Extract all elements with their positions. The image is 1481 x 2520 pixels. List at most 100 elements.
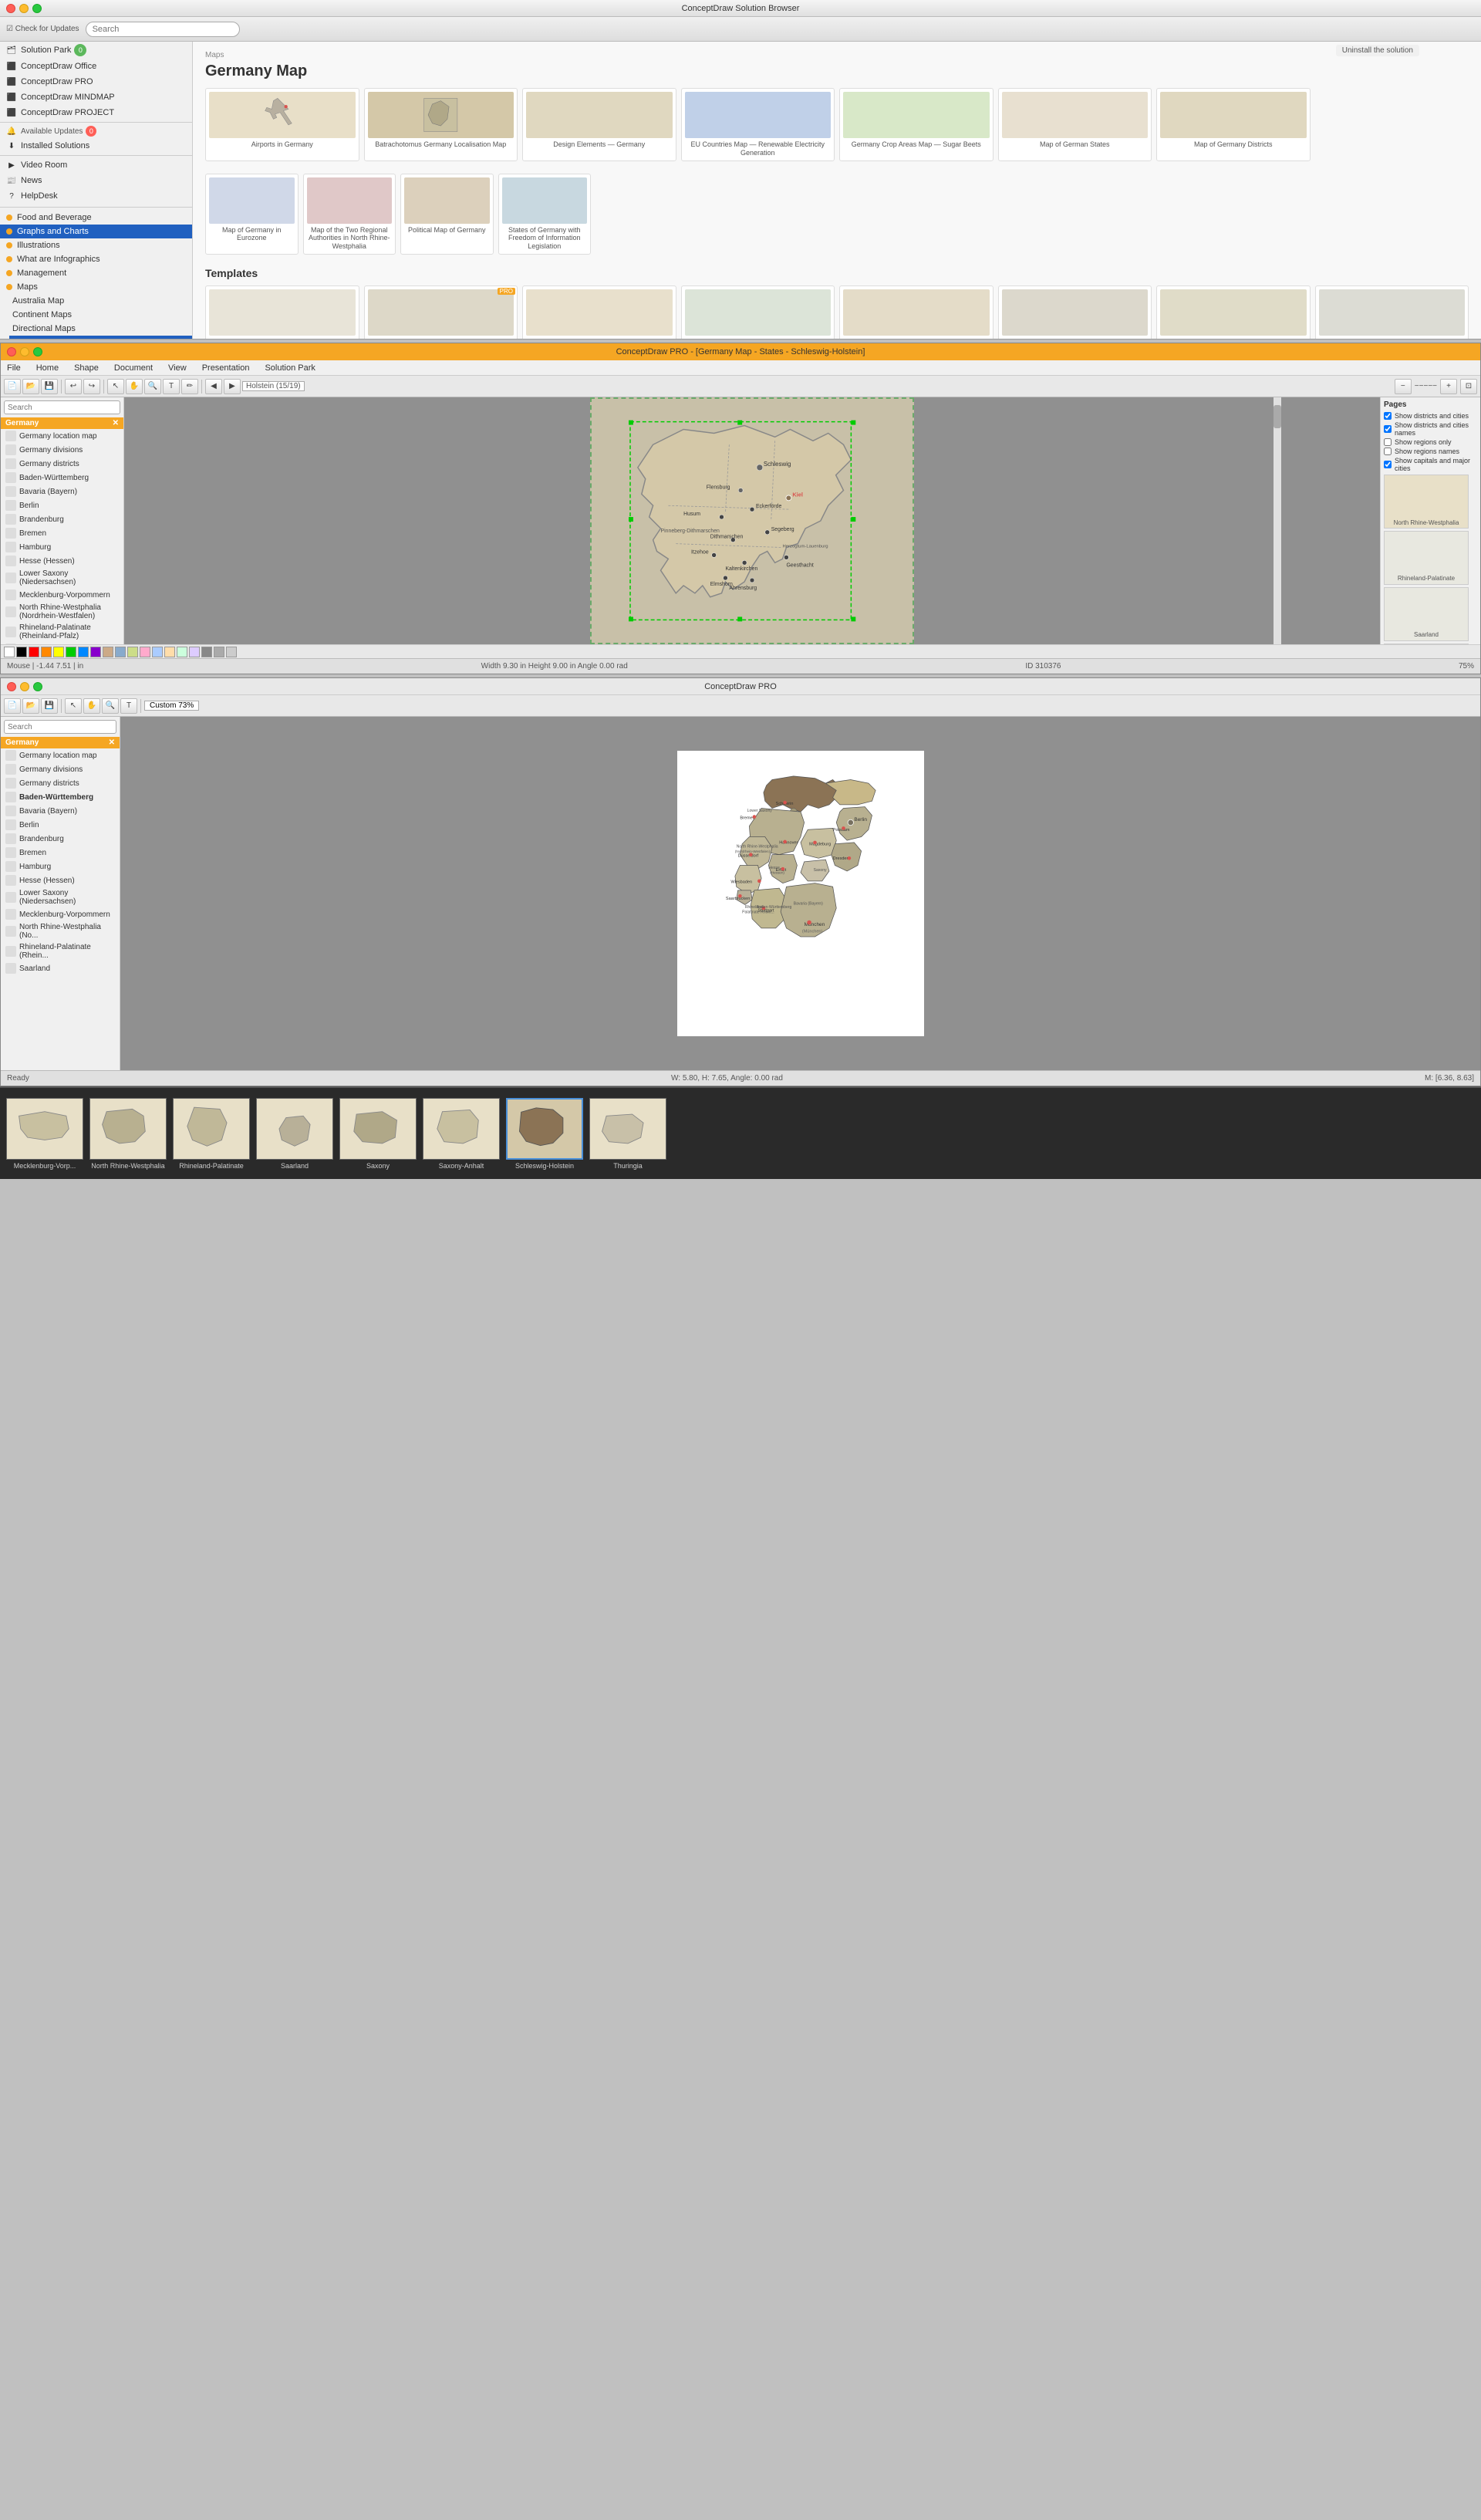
swatch-white[interactable] bbox=[4, 647, 15, 657]
page-prev[interactable]: ◀ bbox=[205, 379, 222, 394]
cb-districts[interactable] bbox=[1384, 412, 1392, 420]
thumb-saarland[interactable]: Saarland bbox=[256, 1098, 333, 1170]
swatch-red[interactable] bbox=[29, 647, 39, 657]
sidebar-item-maps-group[interactable]: Maps bbox=[0, 280, 192, 294]
swatch-llgray[interactable] bbox=[226, 647, 237, 657]
btool-new[interactable]: 📄 bbox=[4, 698, 21, 714]
tool-undo[interactable]: ↩ bbox=[65, 379, 82, 394]
tool-open[interactable]: 📂 bbox=[22, 379, 39, 394]
pro-list-bw[interactable]: Baden-Württemberg bbox=[1, 471, 123, 485]
menu-home[interactable]: Home bbox=[33, 362, 62, 374]
sidebar-item-management[interactable]: Management bbox=[0, 266, 192, 280]
sidebar-item-illustrations[interactable]: Illustrations bbox=[0, 238, 192, 252]
checkbox-show-districts-names[interactable]: Show districts and cities names bbox=[1384, 421, 1477, 437]
cb-districts-names[interactable] bbox=[1384, 425, 1392, 433]
checkbox-show-districts[interactable]: Show districts and cities bbox=[1384, 412, 1477, 420]
sidebar-item-germany[interactable]: Germany Map bbox=[9, 336, 192, 339]
pro-list-bremen[interactable]: Bremen bbox=[1, 526, 123, 540]
zoom-in[interactable]: + bbox=[1440, 379, 1457, 394]
bottom-close-panel-icon[interactable]: ✕ bbox=[109, 738, 115, 747]
bottom-max-btn[interactable] bbox=[33, 682, 42, 691]
pro-list-brandenburg[interactable]: Brandenburg bbox=[1, 512, 123, 526]
page-selector[interactable]: Holstein (15/19) bbox=[242, 381, 305, 391]
blist-nrw[interactable]: North Rhine-Westphalia (No... bbox=[1, 921, 120, 941]
sidebar-item-project[interactable]: ⬛ ConceptDraw PROJECT bbox=[0, 105, 192, 120]
swatch-blue[interactable] bbox=[78, 647, 89, 657]
zoom-out[interactable]: − bbox=[1395, 379, 1412, 394]
sidebar-item-solution-park[interactable]: 🗂 Solution Park 0 bbox=[0, 42, 192, 59]
swatch-lime[interactable] bbox=[127, 647, 138, 657]
swatch-lgray[interactable] bbox=[214, 647, 224, 657]
tool-text[interactable]: T bbox=[163, 379, 180, 394]
pro-list-bavaria[interactable]: Bavaria (Bayern) bbox=[1, 485, 123, 498]
menu-solution-park[interactable]: Solution Park bbox=[261, 362, 318, 374]
blist-hesse[interactable]: Hesse (Hessen) bbox=[1, 873, 120, 887]
swatch-black[interactable] bbox=[16, 647, 27, 657]
swatch-mint[interactable] bbox=[177, 647, 187, 657]
pro-list-rhineland[interactable]: Rhineland-Palatinate (Rheinland-Pfalz) bbox=[1, 622, 123, 642]
pro-list-germany-divisions[interactable]: Germany divisions bbox=[1, 443, 123, 457]
close-panel-icon[interactable]: ✕ bbox=[113, 419, 119, 427]
menu-shape[interactable]: Shape bbox=[71, 362, 102, 374]
blist-brandenburg[interactable]: Brandenburg bbox=[1, 832, 120, 846]
btool-zoom[interactable]: 🔍 bbox=[102, 698, 119, 714]
btool-hand[interactable]: ✋ bbox=[83, 698, 100, 714]
page-thumb-saarland[interactable]: Saarland bbox=[1384, 587, 1469, 641]
bottom-zoom-dropdown[interactable]: Custom 73% bbox=[144, 701, 199, 711]
thumb-thuringia[interactable]: Thuringia bbox=[589, 1098, 666, 1170]
pro-list-hamburg[interactable]: Hamburg bbox=[1, 540, 123, 554]
template-card-1[interactable]: PRO Germany Districts Map bbox=[364, 285, 518, 339]
page-thumb-rhineland[interactable]: Rhineland-Palatinate bbox=[1384, 531, 1469, 585]
blist-berlin[interactable]: Berlin bbox=[1, 818, 120, 832]
template-card-0[interactable]: Federal States of Germany Map bbox=[205, 285, 359, 339]
sidebar-item-infographics[interactable]: What are Infographics bbox=[0, 252, 192, 266]
map-card-districts[interactable]: Map of Germany Districts bbox=[1156, 88, 1311, 161]
swatch-yellow[interactable] bbox=[53, 647, 64, 657]
blist-germany-districts[interactable]: Germany districts bbox=[1, 776, 120, 790]
pro-min-btn[interactable] bbox=[20, 347, 29, 356]
sidebar-item-video[interactable]: ▶ Video Room bbox=[0, 157, 192, 173]
menu-file[interactable]: File bbox=[4, 362, 24, 374]
sidebar-item-news[interactable]: 📰 News bbox=[0, 173, 192, 188]
thumb-saxony[interactable]: Saxony bbox=[339, 1098, 417, 1170]
page-next[interactable]: ▶ bbox=[224, 379, 241, 394]
page-thumb-nrw[interactable]: North Rhine-Westphalia bbox=[1384, 475, 1469, 529]
swatch-purple[interactable] bbox=[90, 647, 101, 657]
thumb-saxony-anhalt[interactable]: Saxony-Anhalt bbox=[423, 1098, 500, 1170]
map-card-states[interactable]: Map of German States bbox=[998, 88, 1152, 161]
maximize-button[interactable] bbox=[32, 4, 42, 13]
tool-save[interactable]: 💾 bbox=[41, 379, 58, 394]
blist-bw[interactable]: Baden-Württemberg bbox=[1, 790, 120, 804]
map-card-batrachotomus[interactable]: Batrachotomus Germany Localisation Map bbox=[364, 88, 518, 161]
tool-new[interactable]: 📄 bbox=[4, 379, 21, 394]
tool-zoom[interactable]: 🔍 bbox=[144, 379, 161, 394]
btool-open[interactable]: 📂 bbox=[22, 698, 39, 714]
blist-germany-location[interactable]: Germany location map bbox=[1, 748, 120, 762]
pro-canvas[interactable]: Schleswig Flensburg Husum Eckerförde Kie… bbox=[124, 397, 1380, 644]
pro-close-btn[interactable] bbox=[7, 347, 16, 356]
blist-bremen[interactable]: Bremen bbox=[1, 846, 120, 860]
swatch-steel[interactable] bbox=[115, 647, 126, 657]
thumb-nrw[interactable]: North Rhine-Westphalia bbox=[89, 1098, 167, 1170]
map-card-freedom[interactable]: States of Germany with Freedom of Inform… bbox=[498, 174, 592, 255]
cb-capitals[interactable] bbox=[1384, 461, 1392, 468]
minimize-button[interactable] bbox=[19, 4, 29, 13]
browser-search-input[interactable] bbox=[86, 22, 240, 37]
blist-lower-saxony[interactable]: Lower Saxony (Niedersachsen) bbox=[1, 887, 120, 907]
map-card-design[interactable]: Design Elements — Germany bbox=[522, 88, 676, 161]
template-card-6[interactable]: Locator Map of Brandenburg bbox=[1156, 285, 1311, 339]
template-card-7[interactable]: Locator Map of Bremen bbox=[1315, 285, 1469, 339]
cb-regions-only[interactable] bbox=[1384, 438, 1392, 446]
sidebar-item-mindmap[interactable]: ⬛ ConceptDraw MINDMAP bbox=[0, 90, 192, 105]
checkbox-capitals[interactable]: Show capitals and major cities bbox=[1384, 457, 1477, 472]
pro-list-mecklenburg[interactable]: Mecklenburg-Vorpommern bbox=[1, 588, 123, 602]
zoom-fit[interactable]: ⊡ bbox=[1460, 379, 1477, 394]
blist-rhineland[interactable]: Rhineland-Palatinate (Rhein... bbox=[1, 941, 120, 961]
uninstall-btn[interactable]: Uninstall the solution bbox=[1336, 45, 1419, 56]
bottom-search-input[interactable] bbox=[4, 720, 116, 734]
sidebar-item-installed[interactable]: ⬇ Installed Solutions bbox=[0, 138, 192, 154]
pro-list-berlin[interactable]: Berlin bbox=[1, 498, 123, 512]
menu-presentation[interactable]: Presentation bbox=[199, 362, 253, 374]
swatch-lavender[interactable] bbox=[189, 647, 200, 657]
map-card-political[interactable]: Political Map of Germany bbox=[400, 174, 494, 255]
